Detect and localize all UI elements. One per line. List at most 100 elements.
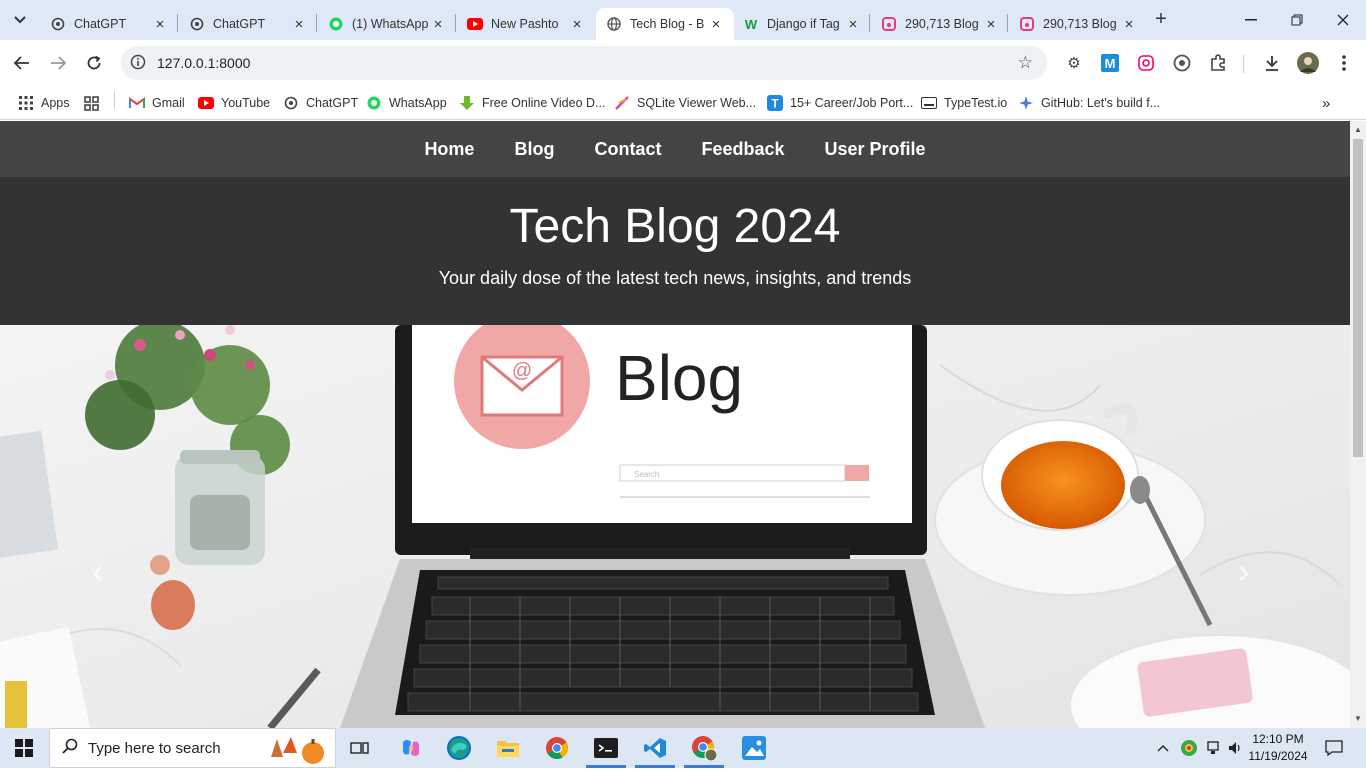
site-subtitle: Your daily dose of the latest tech news,… <box>438 268 912 288</box>
close-tab-icon[interactable]: × <box>845 16 861 33</box>
back-arrow-icon[interactable] <box>8 49 36 77</box>
close-tab-icon[interactable]: × <box>569 16 585 33</box>
tab-label: Django if Tag <box>767 17 840 31</box>
tab-whatsapp[interactable]: (1) WhatsApp × <box>318 8 456 40</box>
extension-camera-icon[interactable] <box>1135 52 1157 74</box>
tray-app-icon[interactable] <box>1177 734 1201 762</box>
tab-groups-icon <box>83 95 99 111</box>
close-tab-icon[interactable]: × <box>291 16 307 33</box>
new-tab-button[interactable]: + <box>1150 8 1172 30</box>
extension-gear-icon[interactable]: ⚙ <box>1063 52 1085 74</box>
notification-center-icon[interactable] <box>1320 734 1348 762</box>
tab-tech-blog-active[interactable]: Tech Blog - B × <box>596 8 734 40</box>
bookmark-whatsapp[interactable]: WhatsApp <box>366 92 447 114</box>
url-text[interactable]: 127.0.0.1:8000 <box>157 55 250 71</box>
tray-volume-icon[interactable] <box>1224 734 1246 762</box>
menu-kebab-icon[interactable] <box>1333 52 1355 74</box>
nav-feedback-link[interactable]: Feedback <box>701 139 784 160</box>
extensions-puzzle-icon[interactable] <box>1207 52 1229 74</box>
chrome-profile-icon[interactable] <box>690 734 718 762</box>
bookmark-video-downloader[interactable]: Free Online Video D... <box>459 92 605 114</box>
task-view-icon[interactable] <box>346 734 374 762</box>
bookmark-chatgpt[interactable]: ChatGPT <box>283 92 358 114</box>
photos-app-icon[interactable] <box>740 734 768 762</box>
carousel-image: @ Blog Search <box>0 325 1350 728</box>
address-bar[interactable]: 127.0.0.1:8000 ☆ <box>121 46 1047 80</box>
hero-carousel: @ Blog Search ‹ › <box>0 325 1350 728</box>
reload-icon[interactable] <box>80 49 108 77</box>
site-info-icon[interactable] <box>121 54 155 73</box>
tab-chatgpt-2[interactable]: ChatGPT × <box>179 8 317 40</box>
tab-chatgpt-1[interactable]: ChatGPT × <box>40 8 178 40</box>
vscode-icon[interactable] <box>641 734 669 762</box>
tray-network-icon[interactable] <box>1202 734 1224 762</box>
tab-youtube[interactable]: New Pashto × <box>457 8 595 40</box>
tab-label: New Pashto <box>491 17 559 31</box>
tab-label: 290,713 Blog <box>1043 17 1117 31</box>
windows-start-icon[interactable] <box>10 734 38 762</box>
minimize-button[interactable] <box>1228 0 1274 40</box>
tab-freepik-1[interactable]: 290,713 Blog × <box>871 8 1009 40</box>
bookmark-label: GitHub: Let's build f... <box>1041 96 1161 110</box>
bookmark-label: WhatsApp <box>389 96 447 110</box>
hero-header: Tech Blog 2024 Your daily dose of the la… <box>0 177 1350 325</box>
search-placeholder: Type here to search <box>88 739 221 757</box>
close-tab-icon[interactable]: × <box>1121 16 1137 33</box>
terminal-icon[interactable] <box>592 734 620 762</box>
close-tab-icon[interactable]: × <box>430 16 446 33</box>
bookmark-github[interactable]: GitHub: Let's build f... <box>1018 92 1160 114</box>
restore-button[interactable] <box>1274 0 1320 40</box>
edge-icon[interactable] <box>445 734 473 762</box>
chatgpt-icon <box>283 95 299 111</box>
bookmark-label: 15+ Career/Job Port... <box>790 96 914 110</box>
nav-contact-link[interactable]: Contact <box>594 139 661 160</box>
bookmark-apps[interactable]: Apps <box>18 92 70 114</box>
bookmark-label: YouTube <box>221 96 271 110</box>
tab-search-chevron-icon[interactable] <box>6 7 34 33</box>
scroll-up-icon[interactable]: ▲ <box>1354 125 1362 134</box>
bookmark-gmail[interactable]: Gmail <box>129 92 185 114</box>
scrollbar-thumb[interactable] <box>1353 139 1363 457</box>
close-window-button[interactable] <box>1320 0 1366 40</box>
bookmark-youtube[interactable]: YouTube <box>198 92 270 114</box>
web-page: Home Blog Contact Feedback User Profile … <box>0 121 1350 728</box>
tab-label: 290,713 Blog <box>905 17 979 31</box>
taskbar-search-box[interactable]: Type here to search <box>49 728 336 768</box>
file-explorer-icon[interactable] <box>494 734 522 762</box>
svg-text:T: T <box>771 97 779 111</box>
freepik-icon <box>881 16 897 32</box>
carousel-prev-chevron-icon[interactable]: ‹ <box>92 553 103 592</box>
tab-strip: ChatGPT × ChatGPT × (1) WhatsApp × New P… <box>0 0 1366 40</box>
bookmark-typetest[interactable]: TypeTest.io <box>921 92 1007 114</box>
close-tab-icon[interactable]: × <box>708 16 724 33</box>
bookmark-tab-groups[interactable] <box>83 92 106 114</box>
windows-taskbar: Type here to search 12:10 PM 11/19/2024 <box>0 728 1366 768</box>
tab-django[interactable]: W Django if Tag × <box>733 8 871 40</box>
chrome-icon[interactable] <box>543 734 571 762</box>
bookmark-sqlite-viewer[interactable]: SQLite Viewer Web... <box>614 92 756 114</box>
page-scrollbar[interactable]: ▲ ▼ <box>1350 121 1366 728</box>
tray-chevron-up-icon[interactable] <box>1152 734 1174 762</box>
bookmark-star-icon[interactable]: ☆ <box>1018 53 1033 73</box>
system-clock[interactable]: 12:10 PM 11/19/2024 <box>1244 731 1312 765</box>
bookmark-career-portals[interactable]: T 15+ Career/Job Port... <box>767 92 913 114</box>
extension-m-icon[interactable]: M <box>1099 52 1121 74</box>
nav-blog-link[interactable]: Blog <box>514 139 554 160</box>
carousel-next-chevron-icon[interactable]: › <box>1238 553 1249 592</box>
profile-avatar[interactable] <box>1297 52 1319 74</box>
more-bookmarks-chevron-icon[interactable]: » <box>1322 92 1330 114</box>
copilot-icon[interactable] <box>397 734 425 762</box>
nav-home-link[interactable]: Home <box>424 139 474 160</box>
tab-freepik-2[interactable]: 290,713 Blog × <box>1009 8 1147 40</box>
clock-time: 12:10 PM <box>1252 732 1304 746</box>
download-icon[interactable] <box>1261 52 1283 74</box>
sparkle-icon <box>1018 95 1034 111</box>
close-tab-icon[interactable]: × <box>983 16 999 33</box>
forward-arrow-icon[interactable] <box>44 49 72 77</box>
screen-search-text: Search <box>634 470 659 479</box>
clock-date: 11/19/2024 <box>1248 749 1308 763</box>
close-tab-icon[interactable]: × <box>152 16 168 33</box>
scroll-down-icon[interactable]: ▼ <box>1354 714 1362 723</box>
nav-user-profile-link[interactable]: User Profile <box>825 139 926 160</box>
extension-grammarly-icon[interactable] <box>1171 52 1193 74</box>
